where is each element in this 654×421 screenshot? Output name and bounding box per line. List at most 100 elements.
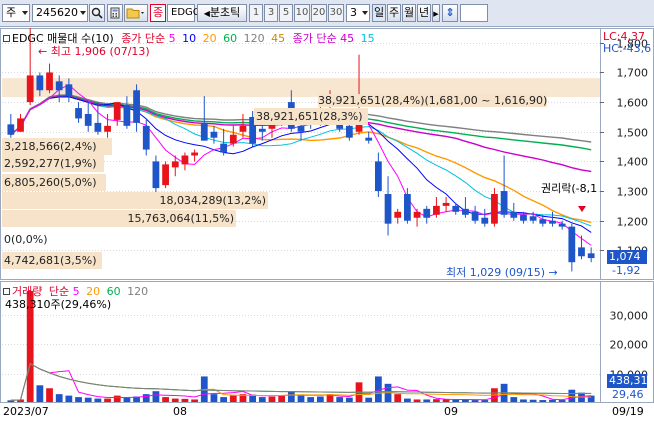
- chevron-down-icon: [80, 11, 86, 15]
- market-select[interactable]: 주: [2, 4, 30, 22]
- candle-body: [171, 161, 179, 168]
- count-select-value: 3: [350, 6, 357, 19]
- stock-code-input[interactable]: 245620: [32, 4, 88, 22]
- candle-body: [452, 205, 460, 212]
- candle-body: [578, 247, 585, 257]
- candle-body: [491, 194, 498, 224]
- candle-body: [200, 122, 208, 141]
- candle-body: [210, 131, 218, 138]
- volume-profile-label: 0(0,0%): [4, 233, 48, 246]
- indicator-name-label: EDGC: [171, 7, 200, 18]
- candle-body: [374, 161, 382, 192]
- volume-bar: [46, 388, 53, 402]
- candle-body: [239, 125, 247, 132]
- volume-bar: [229, 395, 237, 402]
- candle-body: [510, 211, 518, 218]
- candle-body: [55, 81, 63, 91]
- period-5-label: 5: [282, 7, 290, 18]
- daily-button[interactable]: 일: [372, 4, 386, 22]
- volume-bar: [36, 385, 44, 402]
- high-annotation: ← 최고 1,906 (07/13): [38, 43, 150, 59]
- period-20-button[interactable]: 20: [311, 4, 327, 22]
- candle-body: [26, 75, 34, 103]
- yearly-button[interactable]: 년: [417, 4, 431, 22]
- volume-profile-label: 2,592,277(1,9%): [2, 155, 104, 172]
- current-volume-badge: 438,31: [607, 374, 648, 388]
- candle-body: [133, 90, 140, 123]
- folder-button[interactable]: [124, 4, 148, 22]
- price-tick-label: 1,500: [617, 127, 649, 140]
- volume-bar: [365, 397, 373, 402]
- volume-bar: [55, 394, 63, 402]
- candle-body: [113, 102, 121, 120]
- search-button[interactable]: [89, 4, 105, 22]
- candle-body: [7, 124, 15, 135]
- period-3-button[interactable]: 3: [264, 4, 278, 22]
- candle-body: [258, 128, 266, 132]
- candle-body: [529, 216, 537, 221]
- volume-bar: [113, 395, 121, 402]
- date-label: 09/19: [612, 405, 644, 418]
- market-select-value: 주: [6, 6, 17, 19]
- low-annotation: 최저 1,029 (09/15) →: [446, 264, 558, 280]
- candle-body: [297, 125, 305, 132]
- rights-marker: [578, 206, 586, 212]
- updown-button[interactable]: ⇕: [442, 4, 458, 22]
- volume-profile-label: 18,034,289(13,2%): [2, 192, 268, 209]
- weekly-label: 주: [388, 6, 400, 19]
- volume-bar: [558, 400, 566, 402]
- candle-body: [462, 208, 469, 215]
- period-30-button[interactable]: 30: [328, 4, 344, 22]
- indicator-name[interactable]: EDGC: [167, 4, 200, 22]
- candle-body: [404, 194, 411, 221]
- period-10-label: 10: [295, 7, 309, 18]
- volume-bar: [75, 397, 82, 402]
- candle-body: [481, 217, 489, 224]
- stock-info-button[interactable]: 종: [150, 4, 166, 22]
- current-change-label: -1,92: [612, 264, 641, 277]
- period-tick-button[interactable]: ◀분초틱: [197, 4, 247, 22]
- volume-bar: [171, 398, 179, 402]
- period-next-button[interactable]: ▶: [432, 4, 440, 22]
- folder-icon: [126, 8, 144, 19]
- legend-ma45a: 45: [271, 32, 286, 45]
- daily-label: 일: [373, 6, 385, 19]
- volume-bar: [442, 399, 450, 402]
- price-chart[interactable]: 1,8001,7001,6001,5001,4001,3001,2001,100…: [0, 11, 654, 280]
- period-10-button[interactable]: 10: [294, 4, 310, 22]
- count-select[interactable]: 3: [346, 4, 370, 22]
- volume-bar: [462, 399, 469, 402]
- volume-chart[interactable]: 30,00020,00010,000 거래량 단순 5 20 60 120 43…: [0, 281, 654, 403]
- volume-bar: [297, 395, 305, 402]
- volume-bar: [191, 399, 198, 402]
- legend-ma60: 60: [223, 32, 238, 45]
- calculator-button[interactable]: [107, 4, 123, 22]
- period-1-button[interactable]: 1: [249, 4, 263, 22]
- volume-bar: [452, 399, 460, 402]
- candle-body: [191, 152, 198, 156]
- candle-body: [220, 143, 228, 153]
- date-label: 08: [173, 405, 187, 418]
- volume-profile-label: 38,921,651(28,4%)(1,681,00 ~ 1,616,90): [318, 94, 548, 107]
- candle-body: [181, 155, 189, 165]
- candle-body: [520, 214, 527, 221]
- rights-annotation-label: 권리락(-8,1: [541, 182, 598, 195]
- volume-bar: [65, 395, 73, 402]
- volume-bar: [278, 395, 286, 402]
- period-20-label: 20: [312, 7, 326, 18]
- period-5-button[interactable]: 5: [279, 4, 293, 22]
- candle-body: [384, 194, 392, 224]
- count-input[interactable]: [460, 4, 488, 22]
- volume-bar: [413, 399, 421, 402]
- price-tick-label: 1,600: [617, 97, 649, 110]
- monthly-button[interactable]: 월: [402, 4, 416, 22]
- weekly-button[interactable]: 주: [387, 4, 401, 22]
- hc-label: HC:-43,6: [603, 42, 652, 55]
- legend-ma45: 45: [340, 32, 355, 45]
- triangle-right-icon: ▶: [433, 10, 439, 18]
- candle-body: [46, 72, 53, 91]
- yearly-label: 년: [418, 6, 430, 19]
- candle-body: [84, 113, 92, 126]
- volume-bar: [287, 391, 295, 402]
- candle-body: [442, 202, 450, 206]
